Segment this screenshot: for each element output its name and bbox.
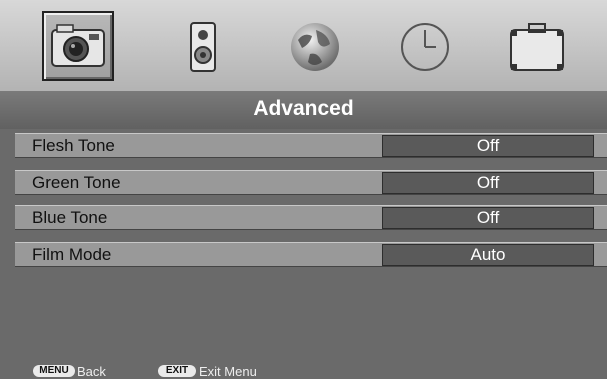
camera-icon <box>51 24 105 67</box>
menu-header: Advanced <box>0 91 607 129</box>
setting-row-blue-tone[interactable]: Blue Tone Off <box>15 205 607 230</box>
page-title: Advanced <box>253 97 354 120</box>
speaker-icon <box>190 22 216 72</box>
globe-icon <box>291 23 339 71</box>
setting-value[interactable]: Off <box>382 135 594 157</box>
tab-setup[interactable] <box>282 14 348 80</box>
tab-options[interactable] <box>504 14 570 80</box>
tab-timer[interactable] <box>392 14 458 80</box>
setting-label: Green Tone <box>32 173 121 192</box>
icon-tab-bar <box>0 0 607 92</box>
exit-menu-label: Exit Menu <box>199 364 257 379</box>
setting-label: Film Mode <box>32 245 112 264</box>
setting-label: Blue Tone <box>32 208 108 227</box>
tab-audio[interactable] <box>170 14 236 80</box>
setting-value[interactable]: Off <box>382 172 594 194</box>
key-hints: MENU Back EXIT Exit Menu <box>0 364 607 379</box>
setting-row-film-mode[interactable]: Film Mode Auto <box>15 242 607 267</box>
setting-value[interactable]: Off <box>382 207 594 229</box>
clock-icon <box>401 23 449 71</box>
setting-row-flesh-tone[interactable]: Flesh Tone Off <box>15 133 607 158</box>
setting-value[interactable]: Auto <box>382 244 594 266</box>
setting-label: Flesh Tone <box>32 136 115 155</box>
exit-key-badge: EXIT <box>158 365 196 377</box>
briefcase-icon <box>510 23 564 71</box>
menu-back-label: Back <box>77 364 106 379</box>
menu-key-badge: MENU <box>33 365 75 377</box>
setting-row-green-tone[interactable]: Green Tone Off <box>15 170 607 195</box>
tab-picture[interactable] <box>42 11 114 81</box>
